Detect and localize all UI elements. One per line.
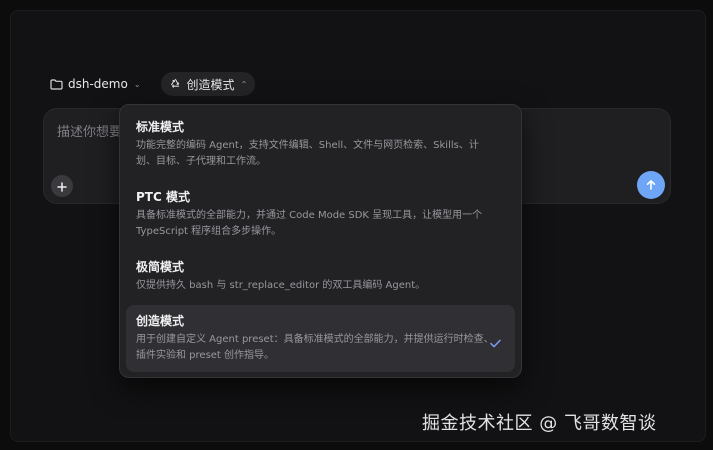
mode-option-description: 用于创建自定义 Agent preset：具备标准模式的全部能力，并提供运行时检… [136,334,494,361]
plus-icon [57,177,67,196]
project-selector[interactable]: dsh-demo ⌄ [44,72,149,96]
mode-option-ptc[interactable]: PTC 模式 具备标准模式的全部能力，并通过 Code Mode SDK 呈现工… [126,181,515,248]
mode-dropdown-menu: 标准模式 功能完整的编码 Agent，支持文件编辑、Shell、文件与网页检索、… [119,104,522,378]
mode-option-description: 功能完整的编码 Agent，支持文件编辑、Shell、文件与网页检索、Skill… [136,140,479,167]
mode-option-description: 仅提供持久 bash 与 str_replace_editor 的双工具编码 A… [136,280,426,291]
mode-option-description: 具备标准模式的全部能力，并通过 Code Mode SDK 呈现工具，让模型用一… [136,210,483,237]
folder-icon [50,78,63,90]
mode-option-title: 极简模式 [136,260,185,274]
prompt-input[interactable]: 描述你想要 [57,121,122,140]
mode-selector[interactable]: 创造模式 ⌃ [160,72,256,96]
send-button[interactable] [637,171,665,199]
recycle-icon [169,78,182,91]
chevron-up-icon: ⌃ [240,79,248,89]
mode-option-create[interactable]: 创造模式 用于创建自定义 Agent preset：具备标准模式的全部能力，并提… [126,305,515,372]
mode-option-title: 标准模式 [136,120,185,134]
arrow-up-icon [645,176,657,195]
mode-option-minimal[interactable]: 极简模式 仅提供持久 bash 与 str_replace_editor 的双工… [126,251,515,302]
watermark: 掘金技术社区 @ 飞哥数智谈 [422,413,657,434]
mode-option-standard[interactable]: 标准模式 功能完整的编码 Agent，支持文件编辑、Shell、文件与网页检索、… [126,111,515,178]
mode-label: 创造模式 [186,77,235,92]
composer-toolbar: dsh-demo ⌄ 创造模式 ⌃ [44,72,256,96]
check-icon [490,333,501,352]
add-attachment-button[interactable] [51,175,73,197]
project-label: dsh-demo [68,77,128,91]
mode-option-title: 创造模式 [136,314,185,328]
mode-option-title: PTC 模式 [136,190,190,204]
chevron-down-icon: ⌄ [133,79,141,89]
